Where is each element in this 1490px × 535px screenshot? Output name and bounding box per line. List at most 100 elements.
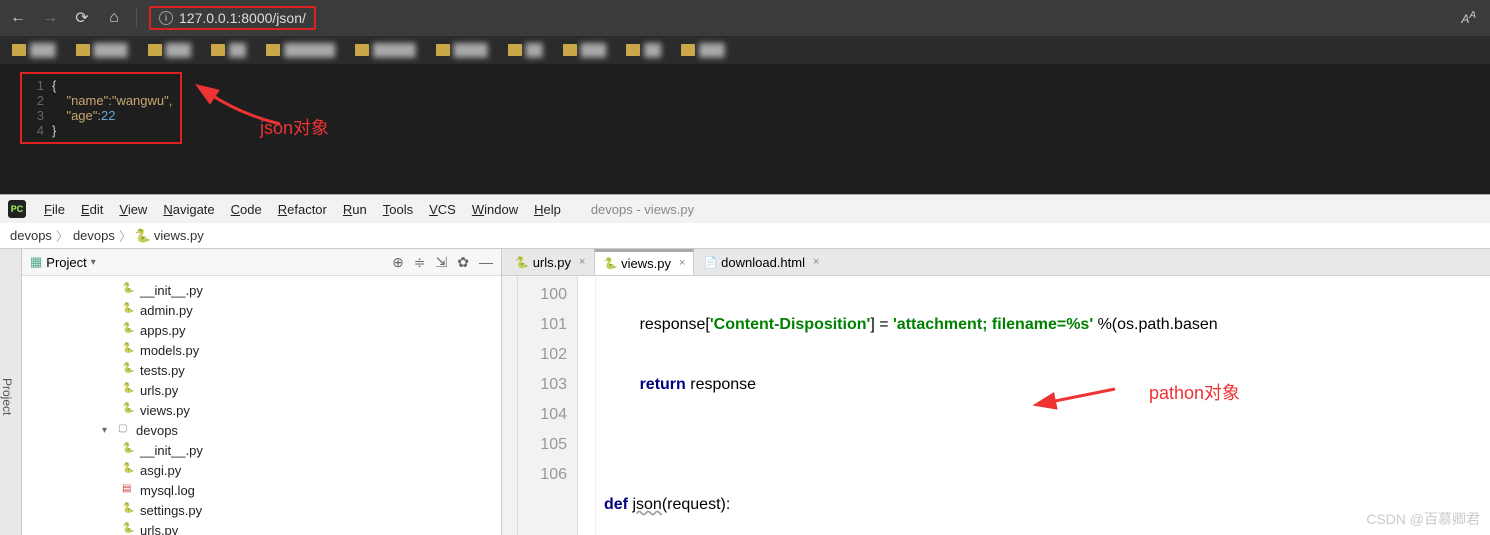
- bookmark-item[interactable]: ███: [148, 43, 192, 57]
- menu-navigate[interactable]: Navigate: [155, 200, 222, 219]
- project-label: Project: [46, 255, 86, 270]
- project-tree[interactable]: 🐍__init__.py🐍admin.py🐍apps.py🐍models.py🐍…: [22, 276, 501, 535]
- line-number: 104: [518, 400, 567, 430]
- menu-code[interactable]: Code: [223, 200, 270, 219]
- code-editor[interactable]: 100101102103104105106 response['Content-…: [502, 276, 1490, 535]
- tree-item-label: asgi.py: [140, 463, 181, 478]
- back-button[interactable]: ←: [8, 8, 28, 28]
- breadcrumb-item[interactable]: devops: [10, 228, 52, 243]
- forward-button[interactable]: →: [40, 8, 60, 28]
- chevron-right-icon: 〉: [119, 226, 132, 245]
- ide-window: PC FileEditViewNavigateCodeRefactorRunTo…: [0, 194, 1490, 535]
- home-button[interactable]: ⌂: [104, 8, 124, 28]
- bookmark-item[interactable]: ███: [681, 43, 725, 57]
- tree-file[interactable]: 🐍__init__.py: [22, 440, 501, 460]
- tree-file[interactable]: 🐍settings.py: [22, 500, 501, 520]
- close-icon[interactable]: ×: [579, 256, 585, 268]
- tree-item-label: urls.py: [140, 523, 178, 535]
- tree-item-label: mysql.log: [140, 483, 195, 498]
- menu-run[interactable]: Run: [335, 200, 375, 219]
- menu-vcs[interactable]: VCS: [421, 200, 464, 219]
- menu-help[interactable]: Help: [526, 200, 569, 219]
- url-text: 127.0.0.1:8000/json/: [179, 10, 306, 26]
- tree-file[interactable]: 🐍urls.py: [22, 380, 501, 400]
- line-number: 100: [518, 280, 567, 310]
- python-file-icon: 🐍: [122, 343, 136, 357]
- reload-button[interactable]: ⟳: [72, 8, 92, 28]
- tab-label: download.html: [721, 255, 805, 270]
- annotation-arrow-icon: [1040, 384, 1120, 414]
- info-icon: i: [159, 11, 173, 25]
- chevron-down-icon[interactable]: ▾: [91, 257, 96, 268]
- menu-view[interactable]: View: [111, 200, 155, 219]
- annotation-python-label: pathon对象: [1149, 379, 1240, 405]
- bookmark-item[interactable]: ████: [76, 43, 128, 57]
- menu-tools[interactable]: Tools: [375, 200, 421, 219]
- project-dropdown-icon[interactable]: ▦: [30, 254, 42, 270]
- tree-file[interactable]: 🐍asgi.py: [22, 460, 501, 480]
- tree-file[interactable]: 🐍models.py: [22, 340, 501, 360]
- close-icon[interactable]: ×: [813, 256, 819, 268]
- tree-item-label: admin.py: [140, 303, 193, 318]
- tree-item-label: __init__.py: [140, 443, 203, 458]
- bookmark-item[interactable]: █████: [355, 43, 416, 57]
- breadcrumb-item[interactable]: views.py: [154, 228, 204, 243]
- line-number: 103: [518, 370, 567, 400]
- editor-tab[interactable]: 📄download.html×: [694, 249, 828, 275]
- gear-icon[interactable]: ✿: [457, 254, 469, 271]
- editor-area: 🐍urls.py×🐍views.py×📄download.html× 10010…: [502, 249, 1490, 535]
- python-file-icon: 🐍: [136, 229, 150, 243]
- project-panel-header: ▦ Project ▾ ⊕ ≑ ⇲ ✿ —: [22, 249, 501, 276]
- tree-item-label: tests.py: [140, 363, 185, 378]
- bookmark-item[interactable]: ██: [211, 43, 246, 57]
- folder-icon: ▢: [118, 423, 132, 437]
- tree-file[interactable]: ▤mysql.log: [22, 480, 501, 500]
- bookmark-item[interactable]: ████: [436, 43, 488, 57]
- line-gutter: 100101102103104105106: [518, 276, 578, 535]
- menu-window[interactable]: Window: [464, 200, 526, 219]
- editor-tab[interactable]: 🐍urls.py×: [506, 249, 594, 275]
- editor-tabs: 🐍urls.py×🐍views.py×📄download.html×: [502, 249, 1490, 276]
- pycharm-logo-icon: PC: [8, 200, 26, 218]
- bookmark-item[interactable]: ██: [508, 43, 543, 57]
- project-tool-tab[interactable]: Project: [0, 378, 14, 415]
- line-number: 101: [518, 310, 567, 340]
- bookmark-bar: ███ ████ ███ ██ ██████ █████ ████ ██ ███…: [0, 36, 1490, 64]
- bookmark-item[interactable]: ███: [12, 43, 56, 57]
- bookmark-item[interactable]: ██: [626, 43, 661, 57]
- address-bar[interactable]: i 127.0.0.1:8000/json/: [149, 6, 316, 30]
- text-size-icon[interactable]: AA: [1461, 10, 1476, 26]
- tree-folder[interactable]: ▾▢devops: [22, 420, 501, 440]
- tree-file[interactable]: 🐍admin.py: [22, 300, 501, 320]
- tree-file[interactable]: 🐍__init__.py: [22, 280, 501, 300]
- breadcrumb-item[interactable]: devops: [73, 228, 115, 243]
- menu-edit[interactable]: Edit: [73, 200, 111, 219]
- expand-icon[interactable]: ⇲: [436, 254, 448, 271]
- chevron-down-icon: ▾: [102, 425, 114, 436]
- python-file-icon: 🐍: [122, 323, 136, 337]
- close-icon[interactable]: ×: [679, 257, 685, 269]
- ide-window-title: devops - views.py: [591, 202, 694, 217]
- collapse-icon[interactable]: ≑: [414, 254, 426, 271]
- tree-file[interactable]: 🐍 urls.py: [22, 520, 501, 535]
- bookmark-item[interactable]: ███: [563, 43, 607, 57]
- editor-tab[interactable]: 🐍views.py×: [594, 249, 694, 275]
- target-icon[interactable]: ⊕: [392, 254, 404, 271]
- tree-file[interactable]: 🐍apps.py: [22, 320, 501, 340]
- line-number: 106: [518, 460, 567, 490]
- tool-window-strip[interactable]: Project: [0, 249, 22, 535]
- python-file-icon: 🐍: [122, 523, 136, 535]
- menu-refactor[interactable]: Refactor: [270, 200, 335, 219]
- bookmark-item[interactable]: ██████: [266, 43, 335, 57]
- tree-item-label: __init__.py: [140, 283, 203, 298]
- annotation-json-label: json对象: [260, 114, 329, 140]
- browser-toolbar: ← → ⟳ ⌂ i 127.0.0.1:8000/json/ AA: [0, 0, 1490, 36]
- tree-file[interactable]: 🐍views.py: [22, 400, 501, 420]
- menu-file[interactable]: File: [36, 200, 73, 219]
- hide-icon[interactable]: —: [479, 254, 493, 271]
- json-content-box: 1{ 2 "name": "wangwu", 3 "age": 22 4}: [20, 72, 182, 144]
- python-file-icon: 🐍: [515, 256, 529, 269]
- tree-item-label: urls.py: [140, 383, 178, 398]
- tree-file[interactable]: 🐍tests.py: [22, 360, 501, 380]
- watermark-text: CSDN @百慕卿君: [1366, 509, 1480, 529]
